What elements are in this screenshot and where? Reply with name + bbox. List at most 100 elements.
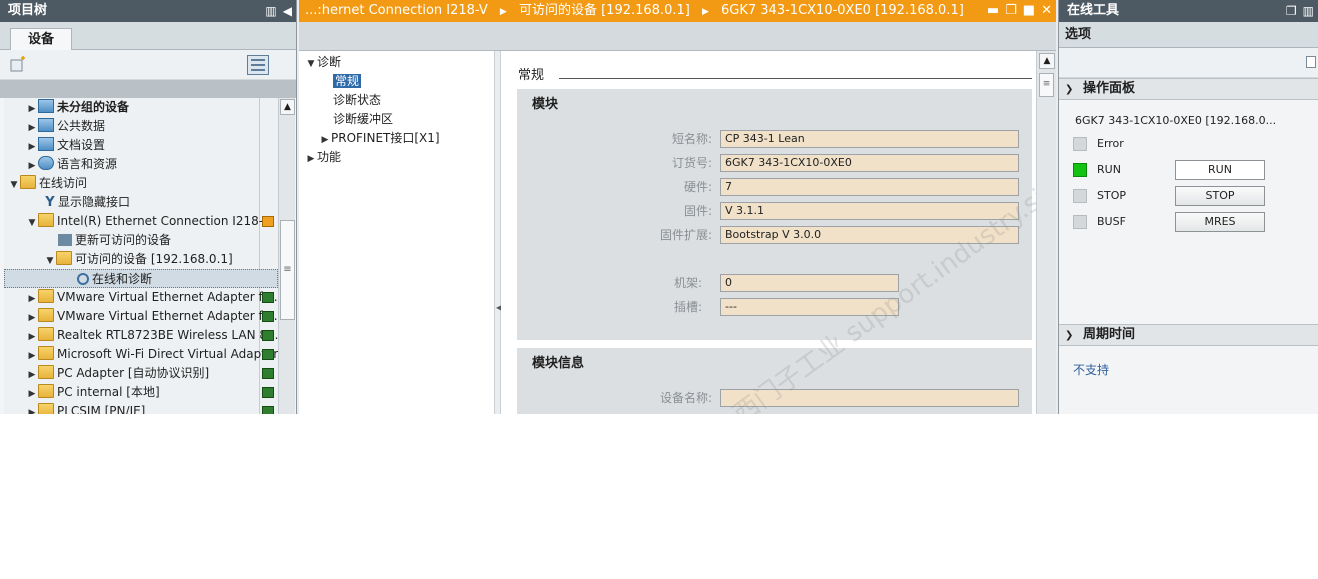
operator-panel-header[interactable]: ❯ 操作面板 [1059, 78, 1318, 100]
content-scrollbar[interactable]: ▲ ≡ [1036, 51, 1056, 414]
network-adapter-icon [262, 330, 274, 341]
mres-button[interactable]: MRES [1175, 212, 1265, 232]
tree-item-label: 文档设置 [57, 138, 106, 152]
adapter-folder-icon [38, 346, 54, 360]
options-toolbar [1059, 48, 1318, 78]
network-adapter-icon [262, 368, 274, 379]
scrollbar-thumb[interactable]: ≡ [280, 220, 295, 320]
project-tree-tab-strip: 设备 [0, 22, 296, 51]
nav-profinet-interface[interactable]: ▶ PROFINET接口[X1] [299, 129, 494, 148]
field-label: 固件: [683, 204, 712, 218]
scroll-up-icon[interactable]: ▲ [1039, 53, 1055, 69]
tree-item-realtek-wireless[interactable]: ▶ Realtek RTL8723BE Wireless LAN 80... [4, 326, 278, 345]
restore-icon[interactable]: ❐ [1005, 0, 1017, 22]
breadcrumb-module[interactable]: 6GK7 343-1CX10-0XE0 [192.168.0.1] [721, 3, 964, 18]
document-settings-icon [38, 137, 54, 151]
nav-diagnostic-status[interactable]: 诊断状态 [299, 91, 494, 110]
diagnostics-icon [77, 273, 89, 285]
tree-item-common-data[interactable]: ▶ 公共数据 [4, 117, 278, 136]
cpu-name: 6GK7 343-1CX10-0XE0 [192.168.0... [1075, 114, 1277, 127]
close-icon[interactable]: ✕ [1041, 0, 1052, 22]
tree-item-vmware-adapter-2[interactable]: ▶ VMware Virtual Ethernet Adapter fo... [4, 307, 278, 326]
scrollbar-thumb[interactable]: ≡ [1039, 73, 1054, 97]
led-label: Error [1097, 137, 1124, 150]
tree-item-online-access[interactable]: ▼ 在线访问 [4, 174, 278, 193]
tree-item-label: 未分组的设备 [57, 100, 130, 114]
tree-item-document-settings[interactable]: ▶ 文档设置 [4, 136, 278, 155]
editor-toolbar [299, 22, 1056, 51]
field-label: 机架: [673, 276, 702, 290]
chevron-down-icon[interactable]: ❯ [1065, 80, 1077, 100]
tree-item-pc-internal[interactable]: ▶ PC internal [本地] [4, 383, 278, 402]
list-view-icon[interactable] [247, 55, 269, 75]
globe-icon [38, 156, 54, 170]
nav-functions[interactable]: ▶ 功能 [299, 148, 494, 167]
expand-arrow-icon[interactable]: ▶ [305, 150, 317, 169]
tree-item-update-accessible-devices[interactable]: 更新可访问的设备 [4, 231, 278, 250]
project-tree-pane: 项目树 ▥ ◀ 设备 ▶ 未分组的设备 ▶ 公共数据 ▶ 文档设置 ▶ 语言和资… [0, 0, 297, 414]
tia-portal-window: 项目树 ▥ ◀ 设备 ▶ 未分组的设备 ▶ 公共数据 ▶ 文档设置 ▶ 语言和资… [0, 0, 1318, 414]
stop-led-icon [1073, 189, 1087, 203]
tree-item-show-hidden-interfaces[interactable]: Y 显示隐藏接口 [4, 193, 278, 212]
tree-item-online-diagnostics[interactable]: 在线和诊断 [4, 269, 278, 288]
tab-devices[interactable]: 设备 [10, 28, 72, 51]
project-tree-toolbar [0, 50, 296, 80]
run-button[interactable]: RUN [1175, 160, 1265, 180]
breadcrumb-arrow-icon: ▶ [701, 7, 709, 17]
tree-item-languages-resources[interactable]: ▶ 语言和资源 [4, 155, 278, 174]
options-header: 选项 [1059, 22, 1318, 48]
led-error: Error [1073, 135, 1293, 153]
cycle-time-header[interactable]: ❯ 周期时间 [1059, 324, 1318, 346]
common-data-icon [38, 118, 54, 132]
cycle-time-title: 周期时间 [1083, 327, 1136, 342]
tree-item-ungrouped-devices[interactable]: ▶ 未分组的设备 [4, 98, 278, 117]
field-value [720, 389, 1019, 407]
restore-icon[interactable]: ❐ [1286, 0, 1297, 22]
network-adapter-icon [262, 311, 274, 322]
tree-item-vmware-adapter-1[interactable]: ▶ VMware Virtual Ethernet Adapter fo... [4, 288, 278, 307]
collapse-left-icon[interactable]: ◀ [283, 0, 292, 22]
breadcrumb-accessible-device[interactable]: 可访问的设备 [192.168.0.1] [519, 3, 690, 18]
tree-item-label: VMware Virtual Ethernet Adapter fo... [57, 290, 278, 304]
tree-item-label: 语言和资源 [57, 157, 118, 171]
field-value: Bootstrap V 3.0.0 [720, 226, 1019, 244]
adapter-folder-icon [38, 365, 54, 379]
diagnostics-editor-pane: ...:hernet Connection I218-V ▶ 可访问的设备 [1… [299, 0, 1056, 414]
tree-item-accessible-device[interactable]: ▼ 可访问的设备 [192.168.0.1] [4, 250, 278, 269]
operator-panel-title: 操作面板 [1083, 81, 1136, 96]
tree-item-pc-adapter[interactable]: ▶ PC Adapter [自动协议识别] [4, 364, 278, 383]
breadcrumb-adapter[interactable]: ...:hernet Connection I218-V [305, 3, 488, 18]
chevron-down-icon[interactable]: ❯ [1065, 326, 1077, 346]
tree-item-label: VMware Virtual Ethernet Adapter fo... [57, 309, 278, 323]
field-label: 设备名称: [659, 391, 712, 405]
nav-label: 功能 [317, 150, 342, 164]
expand-arrow-icon[interactable]: ▶ [26, 404, 38, 414]
project-tree-scrollbar[interactable]: ▲ ≡ [278, 98, 295, 414]
nav-diagnostic-buffer[interactable]: 诊断缓冲区 [299, 110, 494, 129]
tree-item-plcsim[interactable]: ▶ PLCSIM [PN/IE] [4, 402, 278, 414]
field-label: 固件扩展: [659, 228, 712, 242]
maximize-icon[interactable]: ■ [1023, 0, 1035, 22]
adapter-folder-icon [38, 403, 54, 414]
scroll-up-icon[interactable]: ▲ [280, 99, 295, 115]
stop-button[interactable]: STOP [1175, 186, 1265, 206]
project-tree-title-bar: 项目树 ▥ ◀ [0, 0, 296, 22]
split-view-icon[interactable]: ▥ [1303, 0, 1314, 22]
nav-general[interactable]: 常规 [299, 72, 494, 91]
field-value: 7 [720, 178, 1019, 196]
field-label: 短名称: [671, 132, 712, 146]
field-value: V 3.1.1 [720, 202, 1019, 220]
add-device-icon[interactable] [9, 56, 27, 74]
cycle-time-status: 不支持 [1073, 363, 1110, 377]
split-view-icon[interactable]: ▥ [265, 0, 276, 22]
online-access-folder-icon [20, 175, 36, 189]
update-devices-icon [58, 234, 72, 246]
nav-diagnostics[interactable]: ▼ 诊断 [299, 53, 494, 72]
tree-item-label: 更新可访问的设备 [75, 233, 172, 247]
device-folder-icon [56, 251, 72, 265]
section-title-general: 常规 [518, 68, 545, 83]
layout-icon[interactable] [1306, 56, 1316, 68]
tree-item-intel-ethernet[interactable]: ▼ Intel(R) Ethernet Connection I218-V [4, 212, 278, 231]
minimize-icon[interactable]: ▬ [987, 0, 999, 22]
tree-item-wifi-direct[interactable]: ▶ Microsoft Wi-Fi Direct Virtual Adapter [4, 345, 278, 364]
